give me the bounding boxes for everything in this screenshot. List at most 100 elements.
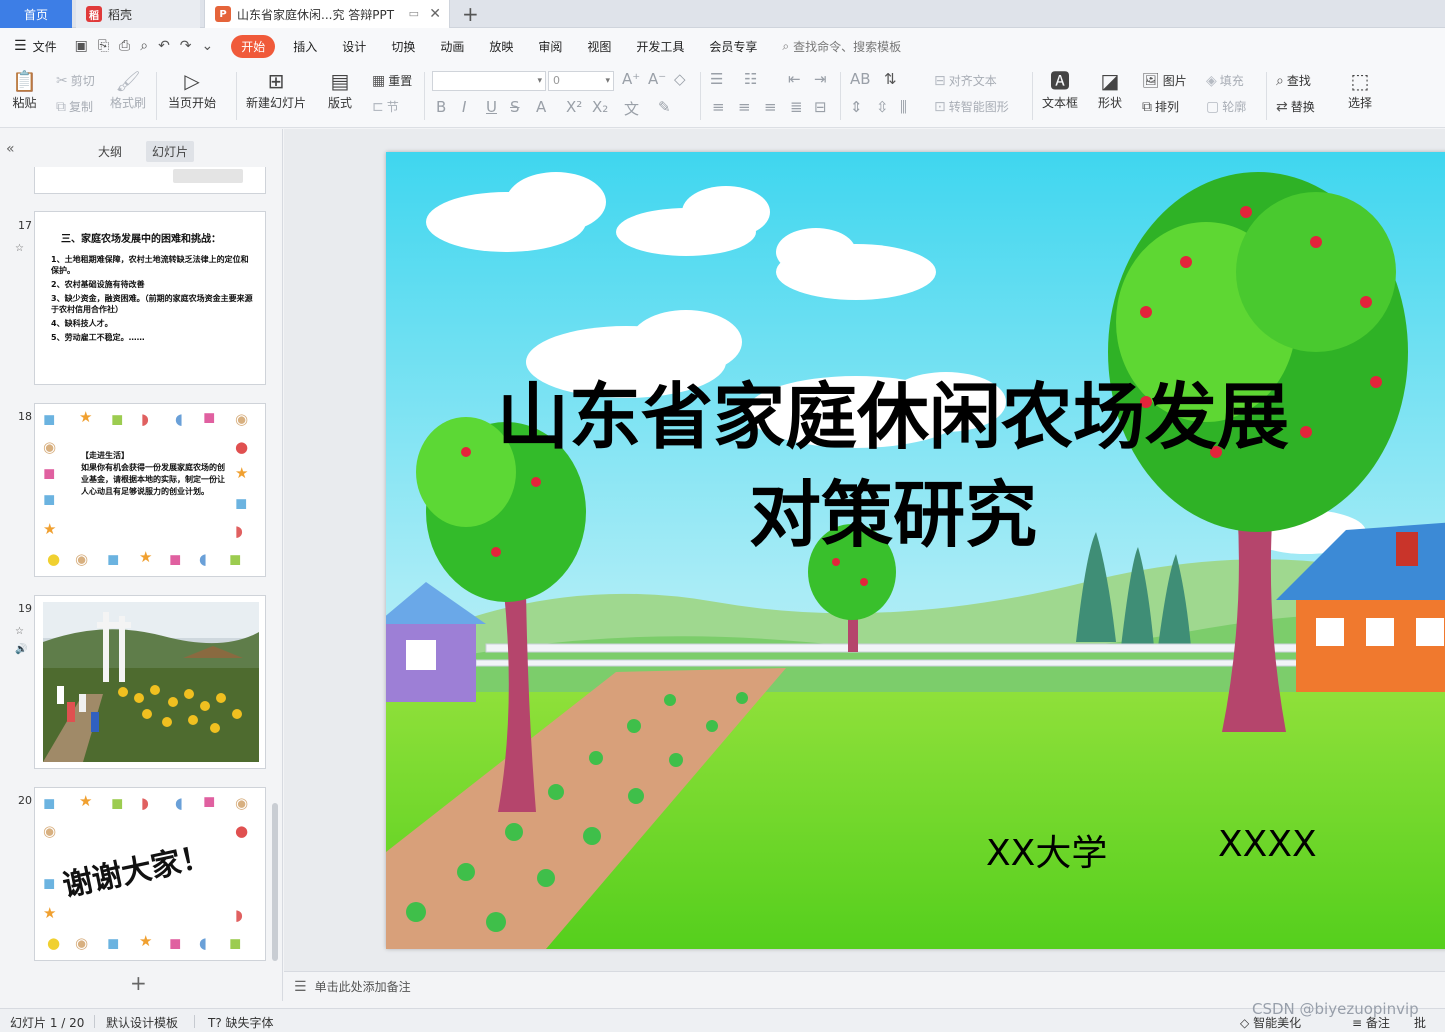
export-pdf-icon[interactable]: ⎘ <box>98 38 109 54</box>
menu-transition[interactable]: 切换 <box>391 38 415 55</box>
sort-icon[interactable]: ⇅ <box>884 70 897 88</box>
layout-button[interactable]: ▤ 版式 <box>328 68 352 111</box>
font-size-value: 0 <box>553 74 560 87</box>
smart-shape-button[interactable]: ⊡ 转智能图形 <box>934 98 1009 115</box>
main-slide[interactable]: 山东省家庭休闲农场发展 对策研究 XX大学 XXXX <box>386 152 1445 949</box>
textbox-label: 文本框 <box>1042 96 1079 110</box>
section-button[interactable]: ⊏ 节 <box>372 98 399 115</box>
italic-icon[interactable]: I <box>462 98 466 116</box>
slide-thumbnail-19[interactable] <box>34 595 266 769</box>
menu-insert[interactable]: 插入 <box>293 38 317 55</box>
letter-block-icon: ◼ <box>107 934 120 952</box>
line-spacing-icon[interactable]: ⇕ <box>850 98 863 116</box>
text-direction-icon[interactable]: AB <box>850 70 871 88</box>
menu-developer[interactable]: 开发工具 <box>636 38 684 55</box>
save-icon[interactable]: ▣ <box>75 38 88 54</box>
format-painter-button[interactable]: 🖌 格式刷 <box>110 68 146 111</box>
tab-daoke[interactable]: 稻 稻壳 <box>76 0 200 28</box>
slide-thumbnail-17[interactable]: 三、家庭农场发展中的困难和挑战： 1、土地租期难保障，农村土地流转缺乏法律上的定… <box>34 211 266 385</box>
add-slide-icon[interactable]: + <box>130 971 147 995</box>
phonetic-icon[interactable]: 文 <box>624 98 639 119</box>
menu-animation[interactable]: 动画 <box>440 38 464 55</box>
bullets-icon[interactable]: ☰ <box>710 70 723 88</box>
cast-icon[interactable]: ▭ <box>409 7 419 20</box>
font-size-select[interactable]: 0 ▾ <box>548 71 614 91</box>
justify-icon[interactable]: ≣ <box>790 98 803 116</box>
clear-format-icon[interactable]: ◇ <box>674 70 686 88</box>
font-name-select[interactable]: ▾ <box>432 71 546 91</box>
tab-outline[interactable]: 大纲 <box>92 141 128 162</box>
align-text-button[interactable]: ⊟ 对齐文本 <box>934 72 997 89</box>
command-search[interactable]: ⌕ 查找命令、搜索模板 <box>782 38 901 55</box>
play-from-current-button[interactable]: ▷ 当页开始 <box>168 68 216 111</box>
slide-author[interactable]: XXXX <box>1218 824 1317 865</box>
select-button[interactable]: ⬚ 选择 <box>1348 68 1372 111</box>
slide-title[interactable]: 山东省家庭休闲农场发展 对策研究 <box>386 368 1400 564</box>
list-item: 5、劳动雇工不稳定。…… <box>51 333 145 342</box>
paste-button[interactable]: 📋 粘贴 <box>12 68 37 111</box>
panel-scrollbar[interactable] <box>272 803 278 961</box>
slide-university[interactable]: XX大学 <box>986 824 1107 876</box>
letter-block-icon: ◼ <box>43 464 56 482</box>
reset-button[interactable]: ▦ 重置 <box>372 72 412 89</box>
shape-button[interactable]: ◪ 形状 <box>1098 68 1122 111</box>
customize-icon[interactable]: ⌄ <box>202 38 214 54</box>
copy-button[interactable]: ⧉ 复制 <box>56 98 93 115</box>
highlight-icon[interactable]: ✎ <box>658 98 671 116</box>
reset-icon: ▦ <box>372 72 386 89</box>
distribute-icon[interactable]: ⊟ <box>814 98 827 116</box>
collapse-panel-icon[interactable]: « <box>6 141 15 157</box>
slide-thumbnail-16[interactable] <box>34 167 266 194</box>
subscript-icon[interactable]: X₂ <box>592 98 608 116</box>
undo-icon[interactable]: ↶ <box>158 38 170 54</box>
align-left-icon[interactable]: ≡ <box>712 98 725 116</box>
arrange-button[interactable]: ⧉ 排列 <box>1142 98 1179 115</box>
menu-start[interactable]: 开始 <box>231 34 276 58</box>
redo-icon[interactable]: ↷ <box>180 38 192 54</box>
superscript-icon[interactable]: X² <box>566 98 582 116</box>
letter-block-icon: ● <box>47 550 61 568</box>
strikethrough-icon[interactable]: S <box>510 98 520 116</box>
thumb-title: 三、家庭农场发展中的困难和挑战： <box>61 234 221 245</box>
design-template[interactable]: 默认设计模板 <box>106 1014 178 1031</box>
cut-button[interactable]: ✂ 剪切 <box>56 72 95 89</box>
columns-icon[interactable]: ⫼ <box>900 98 907 116</box>
menu-member[interactable]: 会员专享 <box>709 38 757 55</box>
numbering-icon[interactable]: ☷ <box>744 70 757 88</box>
close-tab-icon[interactable]: ✕ <box>429 6 441 22</box>
slide-thumbnail-20[interactable]: ◼ ★ ◼ ◗ ◖ ◼ ◉ ◉ ◼ ★ ● ◗ ● ◉ ◼ ★ ◼ ◖ ◼ 谢谢… <box>34 787 266 961</box>
tab-slides[interactable]: 幻灯片 <box>146 141 195 162</box>
font-color-icon[interactable]: A <box>536 98 546 116</box>
print-preview-icon[interactable]: ⌕ <box>140 38 148 54</box>
new-tab-icon[interactable]: + <box>462 2 479 26</box>
menu-review[interactable]: 审阅 <box>538 38 562 55</box>
notes-bar[interactable]: ☰ 单击此处添加备注 <box>284 971 1445 1001</box>
grow-font-icon[interactable]: A⁺ <box>622 70 640 88</box>
fill-button[interactable]: ◈ 填充 <box>1206 72 1244 89</box>
align-center-icon[interactable]: ≡ <box>738 98 751 116</box>
bold-icon[interactable]: B <box>436 98 446 116</box>
outline-button[interactable]: ▢ 轮廓 <box>1206 98 1246 115</box>
textbox-button[interactable]: 🅰 文本框 <box>1042 68 1078 111</box>
menu-view[interactable]: 视图 <box>587 38 611 55</box>
paragraph-spacing-icon[interactable]: ⇳ <box>876 98 889 116</box>
align-right-icon[interactable]: ≡ <box>764 98 777 116</box>
missing-font-button[interactable]: T? 缺失字体 <box>208 1014 274 1031</box>
starfish-icon: ★ <box>79 792 93 810</box>
underline-icon[interactable]: U <box>486 98 497 116</box>
slide-thumbnail-18[interactable]: ◼ ★ ◼ ◗ ◖ ◼ ◉ ◉ ◼ ◼ ★ ● ★ ◼ ◗ ● ◉ ◼ ★ ◼ … <box>34 403 266 577</box>
decrease-indent-icon[interactable]: ⇤ <box>788 70 801 88</box>
tab-document[interactable]: P 山东省家庭休闲...究 答辩PPT ▭ ✕ <box>204 0 450 28</box>
menu-design[interactable]: 设计 <box>342 38 366 55</box>
picture-button[interactable]: 🖼 图片 <box>1142 72 1187 89</box>
new-slide-button[interactable]: ⊞ 新建幻灯片 <box>246 68 306 111</box>
find-button[interactable]: ⌕ 查找 <box>1276 72 1311 89</box>
increase-indent-icon[interactable]: ⇥ <box>814 70 827 88</box>
menu-slideshow[interactable]: 放映 <box>489 38 513 55</box>
print-icon[interactable]: ⎙ <box>119 38 130 54</box>
shrink-font-icon[interactable]: A⁻ <box>648 70 666 88</box>
letter-block-icon: ◼ <box>111 410 124 428</box>
tab-home[interactable]: 首页 <box>0 0 72 28</box>
replace-button[interactable]: ⇄ 替换 <box>1276 98 1315 115</box>
file-menu[interactable]: ☰ 文件 <box>14 38 57 55</box>
